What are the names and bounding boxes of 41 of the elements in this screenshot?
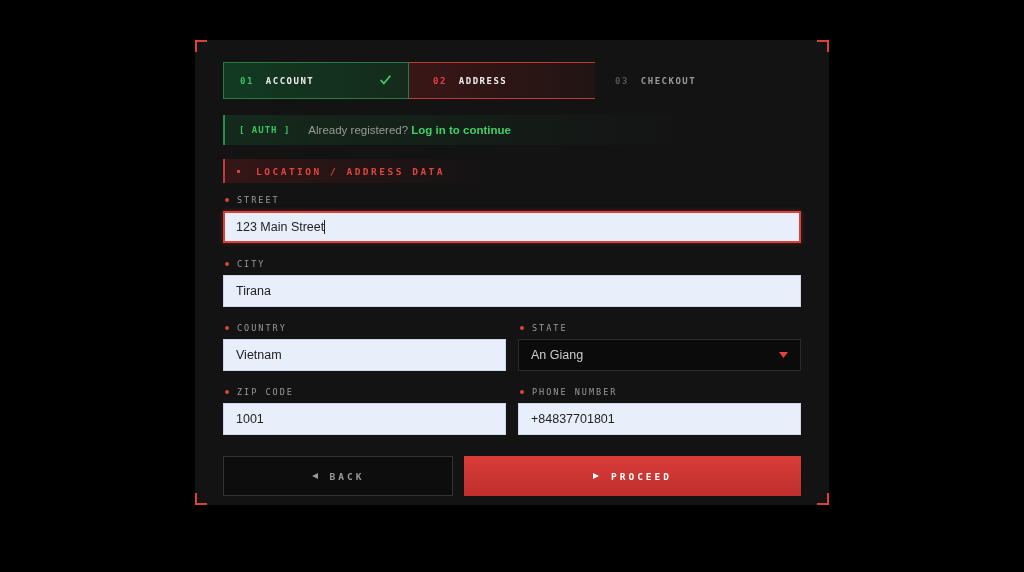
step-label: ADDRESS bbox=[458, 75, 508, 86]
proceed-button[interactable]: PROCEED bbox=[464, 456, 801, 496]
corner-bracket bbox=[817, 40, 829, 52]
required-dot bbox=[520, 326, 524, 330]
field-label: CITY bbox=[237, 259, 266, 269]
right-arrow-icon bbox=[592, 473, 599, 479]
auth-message: Already registered? Log in to continue bbox=[308, 124, 511, 136]
input-field[interactable]: 1001 bbox=[223, 403, 506, 435]
auth-tag: [ AUTH ] bbox=[239, 125, 291, 135]
step-number: 02 bbox=[433, 75, 447, 86]
field-label: STATE bbox=[532, 323, 568, 333]
step-number: 01 bbox=[240, 75, 254, 86]
step-tab[interactable]: 03 CHECKOUT bbox=[595, 62, 713, 99]
input-field[interactable]: Tirana bbox=[223, 275, 801, 307]
left-arrow-icon bbox=[311, 473, 318, 479]
required-dot bbox=[225, 198, 229, 202]
required-dot bbox=[225, 262, 229, 266]
input-field[interactable]: Vietnam bbox=[223, 339, 506, 371]
corner-bracket bbox=[195, 493, 207, 505]
step-number: 03 bbox=[615, 75, 629, 86]
field-label: PHONE NUMBER bbox=[532, 387, 618, 397]
dropdown-arrow-icon bbox=[779, 352, 788, 358]
field-label: COUNTRY bbox=[237, 323, 287, 333]
step-label: CHECKOUT bbox=[640, 75, 697, 86]
field-label: STREET bbox=[237, 195, 280, 205]
back-button[interactable]: BACK bbox=[223, 456, 453, 496]
field-label: ZIP CODE bbox=[237, 387, 294, 397]
check-icon bbox=[379, 75, 392, 86]
input-field[interactable]: 123 Main Street bbox=[223, 211, 801, 243]
state-dropdown[interactable]: An Giang bbox=[518, 339, 801, 371]
step-tab[interactable]: 02 ADDRESS bbox=[409, 62, 595, 99]
login-link[interactable]: Log in to continue bbox=[411, 124, 511, 136]
section-title: LOCATION / ADDRESS DATA bbox=[256, 165, 446, 177]
step-label: ACCOUNT bbox=[265, 75, 315, 86]
required-dot bbox=[225, 390, 229, 394]
corner-bracket bbox=[195, 40, 207, 52]
step-tab[interactable]: 01 ACCOUNT bbox=[223, 62, 409, 99]
required-dot bbox=[225, 326, 229, 330]
corner-bracket bbox=[817, 493, 829, 505]
required-dot bbox=[520, 390, 524, 394]
input-field[interactable]: +84837701801 bbox=[518, 403, 801, 435]
